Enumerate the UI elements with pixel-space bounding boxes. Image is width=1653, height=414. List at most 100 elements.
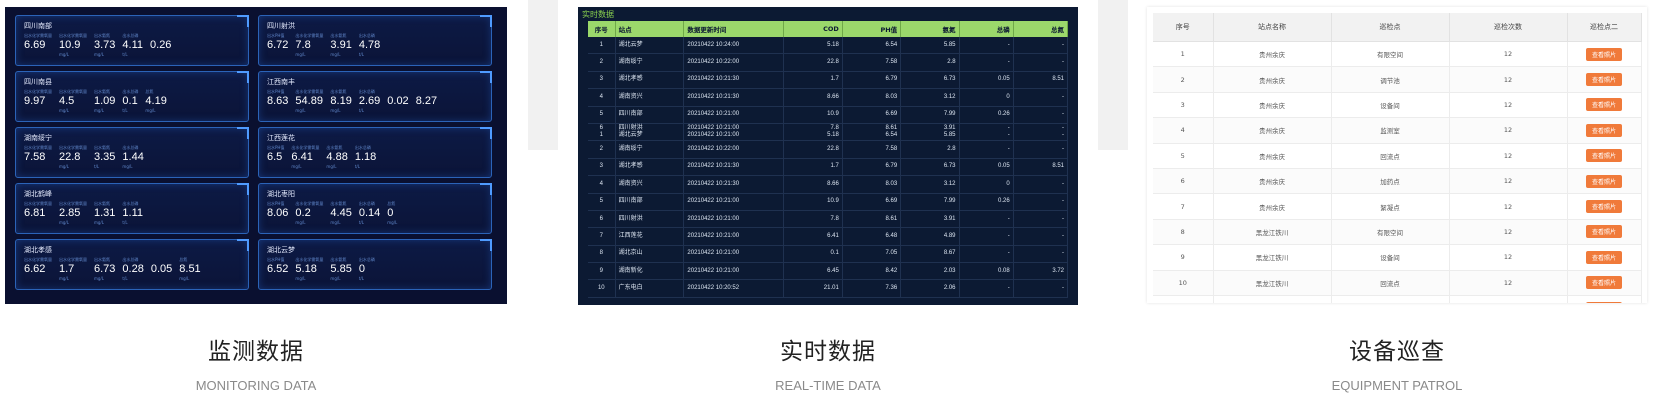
table-cell: 4 <box>588 88 616 107</box>
monitor-card[interactable]: 湖北云梦 出水PH值 6.52 出水化学需氧量 5.18 mg/L 出水氨氮 5.85 mg/L… <box>258 239 492 290</box>
column-header[interactable]: 序号 <box>1153 13 1214 42</box>
table-cell: 12 <box>1449 92 1568 119</box>
table-cell: 湖南新化 <box>615 262 685 281</box>
metric: 出水总磷 0 t/L <box>359 257 375 282</box>
view-photo-button[interactable]: 查看照片 <box>1585 250 1622 264</box>
table-row[interactable]: 5 四川南部 20210422 10:21:00 10.9 6.69 7.99 0.26- <box>588 106 1069 124</box>
metric-group: 出水PH值 8.06 出水化学需氧量 0.2 mg/L 出水氨氮 4.45 mg/L 出水总磷 0… <box>267 201 397 226</box>
metric-group: 出水PH值 8.63 出水化学需氧量 54.89 mg/L 出水氨氮 8.19 mg/L 出水总… <box>267 89 437 114</box>
column-header[interactable]: 巡检次数 <box>1449 13 1568 42</box>
view-photo-button[interactable]: 查看照片 <box>1585 174 1622 188</box>
metric-value: 8.06 <box>267 207 289 219</box>
table-cell: - <box>1013 193 1069 211</box>
table-row[interactable]: 4 湖南资兴 20210422 10:21:30 8.66 8.03 3.12 0- <box>588 88 1069 107</box>
monitor-card[interactable]: 四川南部 出水化学需氧量 6.69 出水化学需氧量 10.9 mg/L 出水氨氮 3.73 mg… <box>15 15 249 66</box>
table-row[interactable]: 5 四川南部 20210422 10:21:00 10.9 6.69 7.99 0.26- <box>588 193 1069 211</box>
monitor-card[interactable]: 湖南绥宁 出水化学需氧量 7.58 出水化学需氧量 22.8 mg/L 出水氨氮 3.35 t/… <box>15 127 249 178</box>
column-header[interactable]: 巡检点二 <box>1567 13 1642 42</box>
column-header[interactable]: 总磷 <box>959 21 1014 37</box>
column-header[interactable]: 序号 <box>588 21 616 37</box>
column-header[interactable]: 站点名称 <box>1213 13 1332 42</box>
metric: 出水化学需氧量 6.69 <box>24 33 52 58</box>
table-row[interactable]: 7 江西莲花 20210422 10:21:00 6.41 6.48 4.89- - <box>588 227 1069 246</box>
table-cell: 加药点 <box>1331 168 1450 195</box>
column-header[interactable]: 总氮 <box>1013 21 1069 37</box>
metric-value: 6.81 <box>24 207 46 219</box>
table-row[interactable]: 1 湖北云梦 20210422 10:24:00 5.18 6.54 5.85- - <box>588 37 1069 55</box>
column-header[interactable]: PH值 <box>842 21 902 37</box>
table-cell: 有限空间 <box>1331 41 1450 68</box>
metric-unit <box>267 276 288 282</box>
column-header[interactable]: 巡检点 <box>1331 13 1450 42</box>
table-cell: 4 <box>1153 117 1214 144</box>
metric-unit: t/L <box>358 220 364 225</box>
metric: 出水PH值 8.63 <box>267 89 288 114</box>
station-name: 江西南丰 <box>267 78 295 86</box>
monitor-card[interactable]: 湖北鹤峰 出水化学需氧量 6.81 出水化学需氧量 2.85 mg/L 出水氨氮 1.31 mg… <box>15 183 249 234</box>
table-row[interactable]: 3 湖北孝感 20210422 10:21:30 1.7 6.79 6.73 0.05 8.5… <box>588 71 1069 90</box>
monitor-card[interactable]: 湖北枣阳 出水PH值 8.06 出水化学需氧量 0.2 mg/L 出水氨氮 4.45 mg/L 出… <box>258 183 492 234</box>
table-row[interactable]: 6 1 四川射洪 湖北云梦 20210422 10:21:00 20210422 1… <box>588 123 1069 142</box>
table-row[interactable]: 8 湖北京山 20210422 10:21:00 0.1 7.05 8.67- - <box>588 245 1069 264</box>
column-header[interactable]: COD <box>783 21 843 37</box>
metric-unit: mg/L <box>59 220 70 225</box>
column-header[interactable]: 氨氮 <box>900 21 960 37</box>
table-cell: 6.54 <box>842 37 902 55</box>
metric-value: 0 <box>387 207 394 219</box>
realtime-title: 实时数据 <box>582 10 614 19</box>
table-cell: 8.61 <box>842 210 902 229</box>
table-cell: 8.67 <box>900 245 960 264</box>
view-photo-button[interactable]: 查看照片 <box>1585 225 1622 239</box>
monitoring-panel: 四川南部 出水化学需氧量 6.69 出水化学需氧量 10.9 mg/L 出水氨氮 3.73 mg… <box>5 7 507 304</box>
table-cell: 20210422 10:21:00 <box>683 210 785 229</box>
metric-value: 8.51 <box>179 263 201 275</box>
table-cell: 7 <box>1153 193 1214 220</box>
table-cell: 8 <box>1153 219 1214 246</box>
monitor-card[interactable]: 四川南县 出水化学需氧量 9.97 出水化学需氧量 4.5 mg/L 出水氨氮 1.09 mg/… <box>15 71 249 122</box>
monitor-card[interactable]: 四川射洪 出水PH值 6.72 出水化学需氧量 7.8 mg/L 出水氨氮 3.91 mg/L 出… <box>258 15 492 66</box>
realtime-header-row: 序号 站点 数据更新时间 COD PH值 氨氮 总磷 总氮 <box>588 21 1069 37</box>
monitor-card[interactable]: 湖北孝感 出水化学需氧量 6.62 出水化学需氧量 1.7 mg/L 出水氨氮 6.73 mg/… <box>15 239 249 290</box>
caption-realtime: 实时数据 REAL-TIME DATA <box>578 332 1078 393</box>
view-photo-button[interactable]: 查看照片 <box>1585 47 1622 61</box>
table-cell: 4 <box>588 175 616 194</box>
column-header[interactable]: 站点 <box>615 21 685 37</box>
metric-unit: mg/L <box>330 220 341 225</box>
view-photo-button[interactable]: 查看照片 <box>1585 200 1622 214</box>
view-photo-button[interactable]: 查看照片 <box>1585 301 1622 303</box>
metric-value: 4.19 <box>145 95 167 107</box>
table-cell: - <box>1013 210 1069 229</box>
view-photo-button[interactable]: 查看照片 <box>1585 149 1622 163</box>
table-cell: 6 <box>588 210 616 229</box>
station-name: 四川南县 <box>24 78 52 86</box>
table-row[interactable]: 10 广东电白 20210422 10:20:52 21.01 7.36 2.06- - <box>588 279 1069 298</box>
table-row[interactable]: 9 湖南新化 20210422 10:21:00 6.45 8.42 2.03 0.08 3.… <box>588 262 1069 281</box>
view-photo-button[interactable]: 查看照片 <box>1585 276 1622 290</box>
column-header[interactable]: 数据更新时间 <box>683 21 785 37</box>
view-photo-button[interactable]: 查看照片 <box>1585 98 1622 112</box>
view-photo-button[interactable]: 查看照片 <box>1585 73 1622 87</box>
monitor-card[interactable]: 江西莲花 出水PH值 6.5 出水化学需氧量 6.41 mg/L 出水氨氮 4.88 mg/L 出… <box>258 127 492 178</box>
metric-value: 6.73 <box>94 263 116 275</box>
metric-unit <box>24 164 52 170</box>
view-photo-button[interactable]: 查看照片 <box>1585 123 1622 137</box>
table-cell: 8.03 <box>842 175 902 194</box>
table-row[interactable]: 6 四川射洪 20210422 10:21:00 7.8 8.61 3.91- - <box>588 210 1069 229</box>
table-cell: 1 <box>1153 41 1214 68</box>
table-cell: 7.99 <box>900 106 960 124</box>
table-cell: 黑龙江铁川 <box>1213 295 1332 303</box>
table-row[interactable]: 3 湖北孝感 20210422 10:21:30 1.7 6.79 6.73 0.05 8.5… <box>588 158 1069 177</box>
table-cell: - - <box>959 123 1014 142</box>
table-row[interactable]: 2 湖南绥宁 20210422 10:22:00 22.8 7.58 2.8- - <box>588 140 1069 159</box>
metric-value: 10.9 <box>59 39 81 51</box>
monitor-card[interactable]: 江西南丰出水PH值 8.63 出水化学需氧量 54.89 mg/L 出水氨氮 8.19 mg/… <box>258 71 492 122</box>
action-cell: 查看照片 <box>1567 270 1642 296</box>
table-row: 10 黑龙江铁川 回流点 12 查看照片 <box>1153 270 1642 296</box>
table-cell: 6.79 <box>842 158 902 177</box>
table-row[interactable]: 2 湖南绥宁 20210422 10:22:00 22.8 7.58 2.8- - <box>588 53 1069 72</box>
table-cell: 湖南绥宁 <box>615 53 685 72</box>
table-cell: 黑龙江铁川 <box>1213 219 1332 246</box>
metric: 出水化学需氧量 9.97 <box>24 89 52 114</box>
table-row[interactable]: 4 湖南资兴 20210422 10:21:30 8.66 8.03 3.12 0- <box>588 175 1069 194</box>
metric: 出水氨氮 4.45 mg/L <box>330 201 351 226</box>
